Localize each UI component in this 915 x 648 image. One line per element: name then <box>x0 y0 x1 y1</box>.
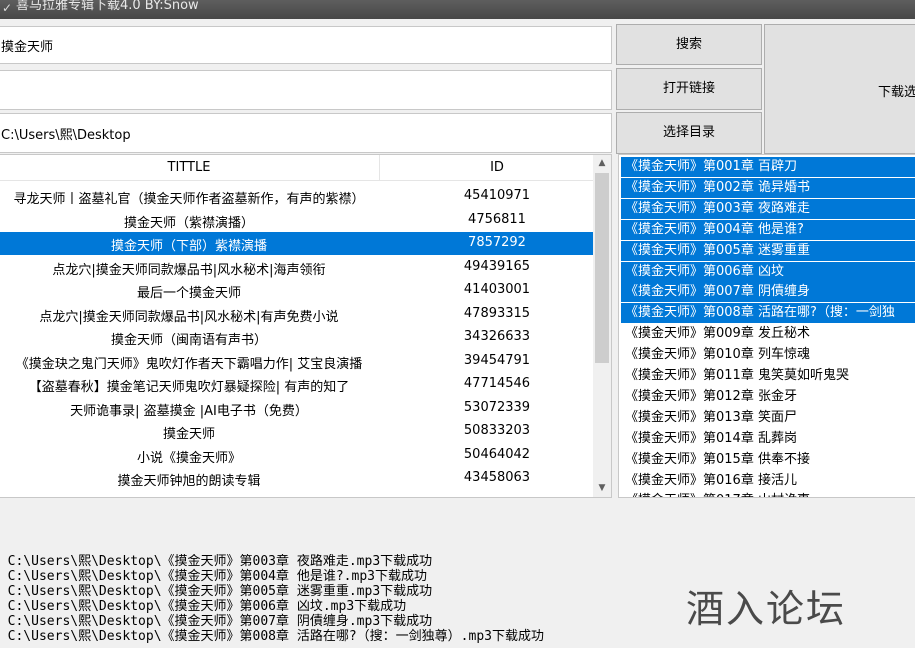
table-row[interactable]: 点龙穴|摸金天师同款爆品书|风水秘术|海声领衔 49439165 <box>0 256 593 279</box>
window-title: 喜马拉雅专辑下载4.0 BY:Snow <box>16 0 199 13</box>
table-row[interactable]: 点龙穴|摸金天师同款爆品书|风水秘术|有声免费小说 47893315 <box>0 303 593 326</box>
list-item[interactable]: 《摸金天师》第009章 发丘秘术 <box>621 324 915 344</box>
list-item[interactable]: 《摸金天师》第013章 笑面尸 <box>621 408 915 428</box>
table-row[interactable]: 寻龙天师丨盗墓礼官（摸金天师作者盗墓新作，有声的紫襟） 45410971 <box>0 185 593 208</box>
list-item[interactable]: 《摸金天师》第016章 接活儿 <box>621 471 915 491</box>
table-row[interactable]: 摸金天师（紫襟演播） 4756811 <box>0 209 593 232</box>
log-line: > C:\Users\熙\Desktop\《摸金天师》第003章 夜路难走.mp… <box>0 554 433 569</box>
table-row[interactable]: 摸金天师（下部）紫襟演播 7857292 <box>0 232 593 255</box>
title-bar[interactable]: ✓ 喜马拉雅专辑下载4.0 BY:Snow <box>0 0 915 19</box>
row-id: 43458063 <box>463 470 531 485</box>
link-field[interactable] <box>0 70 612 110</box>
row-id: 34326633 <box>463 329 531 344</box>
row-title: 点龙穴|摸金天师同款爆品书|风水秘术|有声免费小说 <box>39 309 339 325</box>
table-row[interactable]: 摸金天师钟旭的朗读专辑 43458063 <box>0 467 593 490</box>
search-input[interactable] <box>0 27 611 63</box>
row-id: 50833203 <box>463 423 531 438</box>
download-button-label: 下载选 <box>878 85 915 100</box>
row-id: 39454791 <box>463 352 531 368</box>
log-line: > C:\Users\熙\Desktop\《摸金天师》第007章 阴債缠身.mp… <box>0 614 433 629</box>
download-selected-button[interactable]: 下载选 <box>764 24 915 154</box>
list-item[interactable]: 《摸金天师》第007章 阴債缠身 <box>621 282 915 303</box>
list-item[interactable]: 《摸金天师》第006章 凶坟 <box>621 261 915 282</box>
log-line: > C:\Users\熙\Desktop\《摸金天师》第004章 他是谁?.mp… <box>0 569 427 584</box>
list-item[interactable]: 《摸金天师》第004章 他是谁? <box>621 219 915 240</box>
table-row[interactable]: 小说《摸金天师》 50464042 <box>0 444 593 467</box>
search-field[interactable] <box>0 26 612 64</box>
table-row[interactable]: 《摸金玦之鬼门天师》鬼吹灯作者天下霸唱力作| 艾宝良演播 39454791 <box>0 350 593 373</box>
row-title: 点龙穴|摸金天师同款爆品书|风水秘术|海声领衔 <box>52 262 326 278</box>
download-log: > C:\Users\熙\Desktop\《摸金天师》第003章 夜路难走.mp… <box>0 554 692 644</box>
results-table[interactable]: TITTLE ID 寻龙天师丨盗墓礼官（摸金天师作者盗墓新作，有声的紫襟） 454… <box>0 154 612 498</box>
row-id: 47893315 <box>463 305 531 321</box>
row-id: 41403001 <box>463 282 531 297</box>
chevron-down-icon[interactable]: ▼ <box>593 480 611 497</box>
column-header-title[interactable]: TITTLE <box>0 160 379 175</box>
row-title: 摸金天师（紫襟演播） <box>123 215 254 231</box>
list-item[interactable]: 《摸金天师》第015章 供奉不接 <box>621 450 915 470</box>
results-header: TITTLE ID <box>0 155 593 181</box>
link-input[interactable] <box>0 71 611 109</box>
list-item[interactable]: 《摸金天师》第012章 张金牙 <box>621 387 915 407</box>
row-id: 4756811 <box>468 211 526 227</box>
row-title: 《摸金玦之鬼门天师》鬼吹灯作者天下霸唱力作| 艾宝良演播 <box>15 356 363 372</box>
row-title: 摸金天师钟旭的朗读专辑 <box>117 474 261 489</box>
list-item[interactable]: 《摸金天师》第014章 乱葬岗 <box>621 429 915 449</box>
row-title: 【盗墓春秋】摸金笔记天师鬼吹灯暴疑探险| 有声的知了 <box>28 380 350 395</box>
row-title: 摸金天师 <box>162 427 215 442</box>
row-id: 7857292 <box>468 235 526 250</box>
list-item[interactable]: 《摸金天师》第005章 迷雾重重 <box>621 240 915 261</box>
app-icon: ✓ <box>2 1 13 15</box>
chevron-up-icon[interactable]: ▲ <box>593 155 611 172</box>
row-id: 45410971 <box>463 188 531 203</box>
list-item[interactable]: 《摸金天师》第010章 列车惊魂 <box>621 345 915 365</box>
scroll-thumb[interactable] <box>595 173 609 363</box>
list-item[interactable]: 《摸金天师》第001章 百辟刀 <box>621 157 915 177</box>
app-window: ✓ 喜马拉雅专辑下载4.0 BY:Snow 搜索 打开链接 选择目录 下载选 T… <box>0 0 915 648</box>
list-item[interactable]: 《摸金天师》第011章 鬼笑莫如听鬼哭 <box>621 366 915 386</box>
table-row[interactable]: 摸金天师（闽南语有声书） 34326633 <box>0 326 593 349</box>
row-id: 49439165 <box>463 258 531 274</box>
row-id: 53072339 <box>463 399 531 415</box>
list-item[interactable]: 《摸金天师》第002章 诡异婚书 <box>621 177 915 198</box>
results-scrollbar[interactable]: ▲ ▼ <box>593 155 611 497</box>
row-title: 摸金天师（下部）紫襟演播 <box>110 239 267 254</box>
row-title: 天师诡事录| 盗墓摸金 |AI电子书（免费） <box>70 403 308 419</box>
log-line: > C:\Users\熙\Desktop\《摸金天师》第005章 迷雾重重.mp… <box>0 584 433 599</box>
chapter-list[interactable]: 《摸金天师》第001章 百辟刀 《摸金天师》第002章 诡异婚书 《摸金天师》第00… <box>618 154 915 498</box>
directory-field[interactable] <box>0 113 612 153</box>
search-button[interactable]: 搜索 <box>616 24 762 65</box>
list-item[interactable]: 《摸金天师》第017章 山村诡事 <box>621 491 915 497</box>
row-id: 47714546 <box>463 376 531 391</box>
row-title: 摸金天师（闽南语有声书） <box>110 333 267 348</box>
log-line: > C:\Users\熙\Desktop\《摸金天师》第008章 活路在哪?（搜… <box>0 629 544 644</box>
list-item[interactable]: 《摸金天师》第008章 活路在哪?（搜：一剑独 <box>621 303 915 324</box>
row-title: 小说《摸金天师》 <box>136 450 241 466</box>
list-item[interactable]: 《摸金天师》第003章 夜路难走 <box>621 198 915 219</box>
choose-directory-button[interactable]: 选择目录 <box>616 112 762 154</box>
row-id: 50464042 <box>463 446 531 462</box>
row-title: 最后一个摸金天师 <box>136 286 241 301</box>
open-link-button[interactable]: 打开链接 <box>616 68 762 110</box>
table-row[interactable]: 【盗墓春秋】摸金笔记天师鬼吹灯暴疑探险| 有声的知了 47714546 <box>0 373 593 396</box>
table-row[interactable]: 摸金天师 50833203 <box>0 420 593 443</box>
row-title: 寻龙天师丨盗墓礼官（摸金天师作者盗墓新作，有声的紫襟） <box>13 192 365 207</box>
table-row[interactable]: 最后一个摸金天师 41403001 <box>0 279 593 302</box>
column-header-id[interactable]: ID <box>379 160 611 175</box>
table-row[interactable]: 天师诡事录| 盗墓摸金 |AI电子书（免费） 53072339 <box>0 397 593 420</box>
forum-watermark: 酒入论坛 <box>686 587 847 631</box>
directory-input[interactable] <box>0 114 611 152</box>
log-line: > C:\Users\熙\Desktop\《摸金天师》第006章 凶坟.mp3下… <box>0 599 407 614</box>
